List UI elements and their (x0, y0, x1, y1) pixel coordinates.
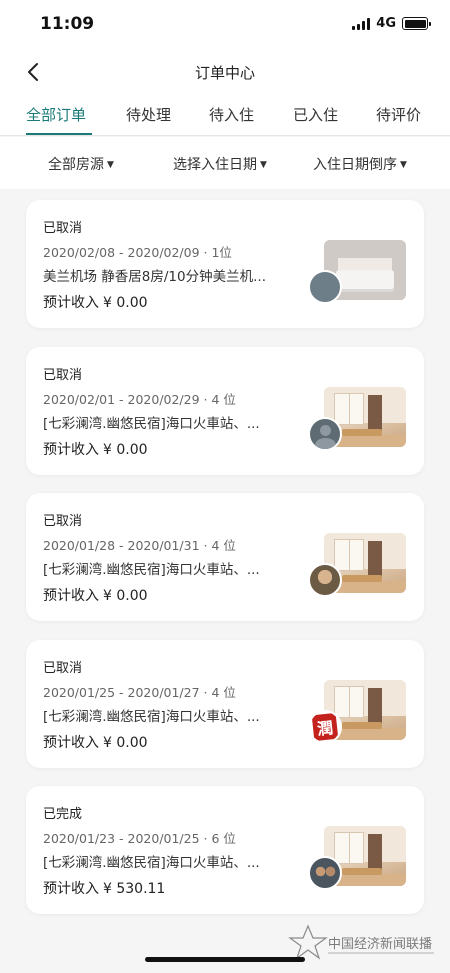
caret-down-icon: ▼ (260, 160, 267, 170)
tab-all-orders[interactable]: 全部订单 (26, 104, 86, 125)
order-dates: 2020/01/28 - 2020/01/31 · 4 位 (43, 538, 236, 553)
income-amount: ¥ 530.11 (103, 881, 166, 897)
expected-income: 预计收入 ¥ 0.00 (43, 292, 148, 312)
tab-checked-in[interactable]: 已入住 (293, 104, 338, 125)
filter-property-label: 全部房源 (48, 157, 104, 173)
income-label: 预计收入 (43, 881, 99, 897)
income-label: 预计收入 (43, 735, 99, 751)
status-time: 11:09 (40, 14, 95, 34)
income-label: 预计收入 (43, 442, 99, 458)
network-label: 4G (376, 16, 396, 31)
order-card[interactable]: 已完成 2020/01/23 - 2020/01/25 · 6 位 [七彩澜湾.… (26, 786, 424, 914)
expected-income: 预计收入 ¥ 0.00 (43, 439, 148, 459)
order-status: 已取消 (43, 368, 83, 383)
filter-bar: 全部房源 ▼ 选择入住日期 ▼ 入住日期倒序 ▼ (0, 137, 450, 189)
listing-name: [七彩澜湾.幽悠民宿]海口火車站、... (43, 562, 260, 578)
tab-to-review[interactable]: 待评价 (376, 104, 421, 125)
order-card[interactable]: 已取消 2020/01/28 - 2020/01/31 · 4 位 [七彩澜湾.… (26, 493, 424, 621)
filter-property[interactable]: 全部房源 ▼ (48, 154, 114, 174)
order-status: 已取消 (43, 221, 83, 236)
filter-sort-order[interactable]: 入住日期倒序 ▼ (313, 154, 407, 174)
watermark-text: 中国经济新闻联播 (328, 936, 432, 952)
order-card[interactable]: 已取消 2020/02/01 - 2020/02/29 · 4 位 [七彩澜湾.… (26, 347, 424, 475)
income-amount: ¥ 0.00 (103, 588, 148, 604)
signal-icon (352, 17, 371, 30)
expected-income: 预计收入 ¥ 530.11 (43, 878, 165, 898)
caret-down-icon: ▼ (107, 160, 114, 170)
watermark-logo: 中国经济新闻联播 (288, 924, 434, 960)
listing-name: 美兰机场 静香居8房/10分钟美兰机... (43, 269, 266, 285)
seal-avatar-text: 潤 (311, 712, 339, 742)
expected-income: 预计收入 ¥ 0.00 (43, 732, 148, 752)
tab-awaiting-checkin[interactable]: 待入住 (209, 104, 254, 125)
host-avatar-icon (308, 270, 342, 304)
home-indicator[interactable] (145, 957, 305, 962)
order-dates: 2020/01/25 - 2020/01/27 · 4 位 (43, 685, 236, 700)
filter-sort-order-label: 入住日期倒序 (313, 157, 397, 173)
listing-name: [七彩澜湾.幽悠民宿]海口火車站、... (43, 416, 260, 432)
status-indicators: 4G (352, 16, 431, 31)
filter-checkin-date-label: 选择入住日期 (173, 157, 257, 173)
seal-avatar-icon: 潤 (308, 710, 342, 744)
income-label: 预计收入 (43, 295, 99, 311)
income-amount: ¥ 0.00 (103, 735, 148, 751)
listing-name: [七彩澜湾.幽悠民宿]海口火車站、... (43, 709, 260, 725)
order-tabs: 全部订单 待处理 待入住 已入住 待评价 (0, 96, 450, 136)
order-status: 已取消 (43, 661, 83, 676)
order-status: 已取消 (43, 514, 83, 529)
income-amount: ¥ 0.00 (103, 442, 148, 458)
order-card[interactable]: 已取消 2020/02/08 - 2020/02/09 · 1位 美兰机场 静香… (26, 200, 424, 328)
order-status: 已完成 (43, 807, 83, 822)
order-dates: 2020/01/23 - 2020/01/25 · 6 位 (43, 831, 236, 846)
expected-income: 预计收入 ¥ 0.00 (43, 585, 148, 605)
nav-bar: 订单中心 (0, 48, 450, 96)
income-label: 预计收入 (43, 588, 99, 604)
guest-photo-avatar-icon (308, 563, 342, 597)
tab-pending[interactable]: 待处理 (126, 104, 171, 125)
listing-name: [七彩澜湾.幽悠民宿]海口火車站、... (43, 855, 260, 871)
filter-checkin-date[interactable]: 选择入住日期 ▼ (173, 154, 267, 174)
caret-down-icon: ▼ (400, 160, 407, 170)
group-photo-avatar-icon (308, 856, 342, 890)
order-dates: 2020/02/01 - 2020/02/29 · 4 位 (43, 392, 236, 407)
default-user-avatar-icon (308, 417, 342, 451)
battery-icon (402, 17, 431, 30)
page-title: 订单中心 (194, 64, 255, 82)
active-tab-indicator (26, 133, 92, 135)
order-dates: 2020/02/08 - 2020/02/09 · 1位 (43, 245, 232, 260)
order-card[interactable]: 已取消 2020/01/25 - 2020/01/27 · 4 位 [七彩澜湾.… (26, 640, 424, 768)
income-amount: ¥ 0.00 (103, 295, 148, 311)
status-bar: 11:09 4G (0, 0, 450, 48)
